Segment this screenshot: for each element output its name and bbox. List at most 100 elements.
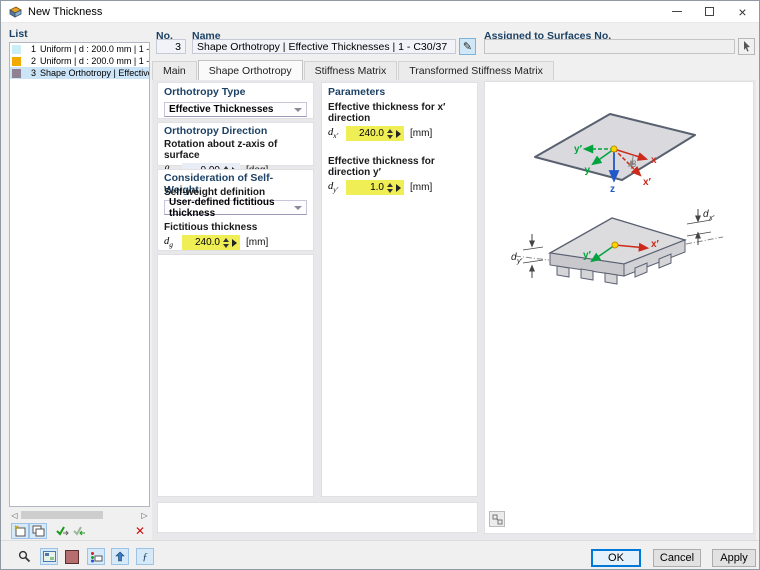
thickness-list-panel: List 1 Uniform | d : 200.0 mm | 1 - C30/… bbox=[9, 28, 150, 539]
dy-symbol: dy′ bbox=[328, 181, 346, 194]
spinner-icon[interactable] bbox=[387, 129, 393, 139]
orthotropy-direction-section: Orthotropy Direction Rotation about z-ax… bbox=[157, 122, 314, 166]
item-number: 1 bbox=[24, 44, 36, 54]
axis-label-x-prime: x′ bbox=[643, 177, 652, 188]
app-icon bbox=[8, 5, 22, 19]
thickness-y-unit: [mm] bbox=[410, 182, 432, 193]
name-field[interactable]: Shape Orthotropy | Effective Thicknesses… bbox=[192, 39, 456, 54]
import-icon bbox=[114, 551, 126, 563]
orthotropy-type-header: Orthotropy Type bbox=[164, 86, 307, 99]
tab-shape-orthotropy[interactable]: Shape Orthotropy bbox=[198, 60, 303, 80]
select-cursor-icon bbox=[742, 41, 752, 52]
spinner-icon[interactable] bbox=[223, 238, 229, 248]
minimize-icon bbox=[672, 11, 682, 12]
spinner-icon[interactable] bbox=[387, 183, 393, 193]
copy-thickness-button[interactable] bbox=[29, 523, 47, 539]
pencil-icon: ✎ bbox=[463, 40, 472, 53]
deselect-all-button[interactable] bbox=[70, 523, 88, 539]
self-weight-definition-dropdown[interactable]: User-defined fictitious thickness bbox=[164, 200, 307, 215]
color-button[interactable] bbox=[63, 548, 81, 565]
thickness-x-unit: [mm] bbox=[410, 128, 432, 139]
delete-icon: ✕ bbox=[135, 524, 145, 538]
color-swatch bbox=[12, 45, 21, 54]
color-swatch-icon bbox=[65, 550, 79, 564]
dim-y-sub: y′ bbox=[516, 256, 523, 265]
parameters-header: Parameters bbox=[328, 86, 471, 99]
fictitious-thickness-input[interactable]: 240.0 bbox=[182, 235, 240, 250]
select-all-button[interactable] bbox=[53, 523, 71, 539]
units-settings-button[interactable] bbox=[40, 548, 58, 565]
dim-x-sub: x′ bbox=[708, 213, 715, 222]
self-weight-definition-value: User-defined fictitious thickness bbox=[169, 197, 294, 219]
tab-main[interactable]: Main bbox=[152, 61, 197, 80]
new-thickness-button[interactable] bbox=[11, 523, 29, 539]
find-button[interactable] bbox=[15, 548, 33, 565]
chevron-down-icon bbox=[294, 108, 302, 112]
axis-label-z: z bbox=[610, 184, 615, 195]
maximize-button[interactable] bbox=[693, 1, 726, 22]
cancel-button[interactable]: Cancel bbox=[653, 549, 701, 567]
assigned-surfaces-field[interactable] bbox=[484, 39, 735, 54]
list-horizontal-scrollbar[interactable]: ◁ ▷ bbox=[9, 509, 150, 521]
fx-icon: ƒ bbox=[142, 551, 148, 563]
item-number: 3 bbox=[24, 68, 36, 78]
window-title: New Thickness bbox=[28, 6, 102, 18]
thickness-x-input[interactable]: 240.0 bbox=[346, 126, 404, 141]
title-bar: New Thickness × bbox=[1, 1, 759, 23]
pick-surfaces-button[interactable] bbox=[738, 38, 755, 55]
axis-label-x: x bbox=[651, 155, 657, 166]
close-button[interactable]: × bbox=[726, 1, 759, 22]
maximize-icon bbox=[705, 7, 714, 16]
delete-thickness-button[interactable]: ✕ bbox=[131, 523, 149, 539]
dx-symbol: dx′ bbox=[328, 127, 346, 140]
item-label: Uniform | d : 200.0 mm | 1 - C30/37 bbox=[40, 44, 149, 54]
thickness-y-input[interactable]: 1.0 bbox=[346, 180, 404, 195]
tab-transformed-stiffness-matrix[interactable]: Transformed Stiffness Matrix bbox=[398, 61, 554, 80]
ok-button[interactable]: OK bbox=[591, 549, 641, 567]
axis-label-x-prime-2: x′ bbox=[651, 239, 660, 250]
check-all-icon bbox=[55, 525, 69, 537]
scroll-right-icon[interactable]: ▷ bbox=[139, 511, 150, 520]
apply-button[interactable]: Apply bbox=[712, 549, 756, 567]
edit-name-button[interactable]: ✎ bbox=[459, 38, 476, 55]
new-item-icon bbox=[14, 525, 27, 537]
detail-arrow-icon[interactable] bbox=[396, 184, 401, 192]
axis-label-y: y bbox=[584, 165, 590, 176]
tab-bar: Main Shape Orthotropy Stiffness Matrix T… bbox=[152, 60, 756, 80]
item-label: Uniform | d : 200.0 mm | 1 - C30/37 bbox=[40, 56, 149, 66]
list-item-3-selected[interactable]: 3 Shape Orthotropy | Effective Thickness… bbox=[10, 67, 149, 79]
footer-divider bbox=[1, 540, 760, 541]
axis-label-y-prime: y′ bbox=[574, 144, 583, 155]
units-icon bbox=[43, 551, 56, 562]
list-item-2[interactable]: 2 Uniform | d : 200.0 mm | 1 - C30/37 bbox=[10, 55, 149, 67]
no-field[interactable]: 3 bbox=[156, 39, 186, 54]
thickness-list: 1 Uniform | d : 200.0 mm | 1 - C30/37 2 … bbox=[9, 42, 150, 507]
chevron-down-icon bbox=[294, 206, 302, 210]
coordinate-system-button[interactable] bbox=[489, 511, 505, 527]
thickness-x-label: Effective thickness for x′ direction bbox=[328, 102, 471, 124]
scrollbar-thumb[interactable] bbox=[21, 511, 103, 519]
new-thickness-dialog: New Thickness × List 1 Uniform | d : 200… bbox=[0, 0, 760, 570]
axis-label-y-prime-2: y′ bbox=[583, 250, 592, 261]
orthotropy-direction-header: Orthotropy Direction bbox=[164, 125, 307, 138]
detail-arrow-icon[interactable] bbox=[232, 239, 237, 247]
layers-icon bbox=[90, 551, 103, 563]
minimize-button[interactable] bbox=[660, 1, 693, 22]
flat-plate-diagram: y′ y x x′ z β bbox=[535, 114, 695, 195]
orthotropy-type-value: Effective Thicknesses bbox=[169, 104, 294, 115]
layers-button[interactable] bbox=[87, 548, 105, 565]
color-swatch bbox=[12, 57, 21, 66]
formula-button[interactable]: ƒ bbox=[136, 548, 154, 565]
scroll-left-icon[interactable]: ◁ bbox=[9, 511, 20, 520]
fictitious-thickness-unit: [mm] bbox=[246, 237, 268, 248]
copy-icon bbox=[32, 525, 45, 537]
tab-stiffness-matrix[interactable]: Stiffness Matrix bbox=[304, 61, 398, 80]
orthotropy-diagram-panel: y′ y x x′ z β bbox=[484, 81, 754, 534]
list-item-1[interactable]: 1 Uniform | d : 200.0 mm | 1 - C30/37 bbox=[10, 43, 149, 55]
dg-symbol: dg bbox=[164, 236, 182, 249]
item-label: Shape Orthotropy | Effective Thicknesses… bbox=[40, 68, 149, 78]
orthotropy-type-dropdown[interactable]: Effective Thicknesses bbox=[164, 102, 307, 117]
detail-arrow-icon[interactable] bbox=[396, 130, 401, 138]
self-weight-section: Consideration of Self-Weight Self-weight… bbox=[157, 169, 314, 251]
import-button[interactable] bbox=[111, 548, 129, 565]
